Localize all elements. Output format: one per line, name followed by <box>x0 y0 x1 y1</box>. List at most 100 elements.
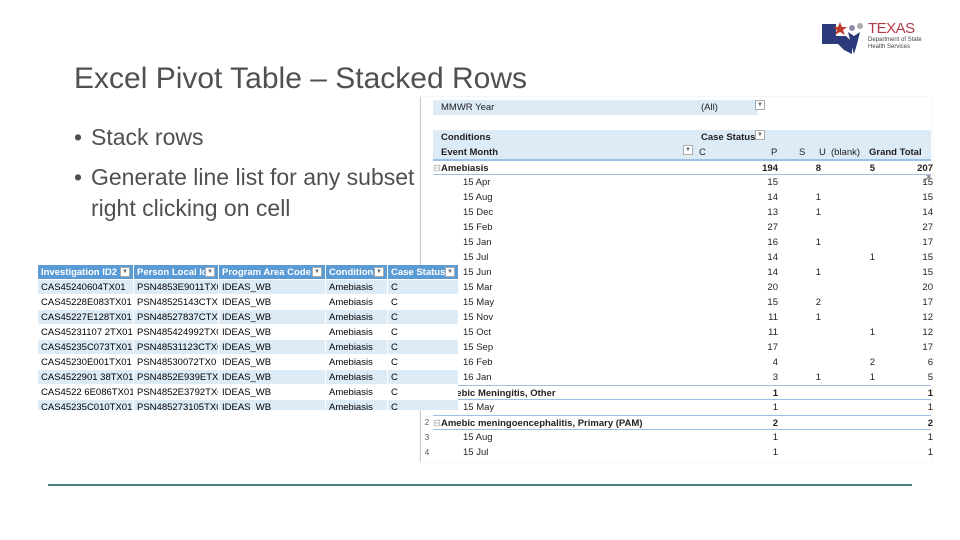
event-month-label: 15 Apr <box>463 177 491 188</box>
pivot-value: 1 <box>869 372 875 383</box>
pivot-row[interactable]: 15 Apr 15 15 <box>433 175 933 190</box>
pivot-row[interactable]: MMWR Year (All) ▼ <box>433 100 765 115</box>
table-cell: IDEAS_WB <box>218 400 325 410</box>
filter-dropdown-icon[interactable]: ▼ <box>445 267 455 277</box>
pivot-value: 14 <box>767 252 778 263</box>
pivot-row[interactable]: 15 Jan 16 1 17 <box>433 235 933 250</box>
event-month-label: 15 Sep <box>463 342 494 353</box>
pivot-value: 15 <box>922 192 933 203</box>
pivot-row[interactable]: 15 Feb 27 27 <box>433 220 933 235</box>
pivot-row[interactable]: 15 Oct 11 1 12 <box>433 325 933 340</box>
filter-dropdown-icon[interactable]: ▼ <box>755 100 765 110</box>
table-cell: CAS45240604TX01 <box>41 282 126 293</box>
pivot-value: 1 <box>927 432 933 443</box>
pivot-value: 1 <box>815 207 821 218</box>
condition-group-label: Amebiasis <box>441 163 489 174</box>
table-cell: C <box>387 340 458 355</box>
event-month-label: 15 Jun <box>463 267 492 278</box>
table-row[interactable]: CAS45235C073TX01 PSN48531123CTX0 IDEAS_WB A… <box>38 340 458 355</box>
pivot-value: 2 <box>815 297 821 308</box>
table-row[interactable]: CAS45240604TX01 PSN4853E9011TX0 IDEAS_WB Am… <box>38 280 458 295</box>
table-cell: IDEAS_WB <box>218 355 325 370</box>
pivot-row[interactable]: 15 Mar 20 20 <box>433 280 933 295</box>
pivot-value: 8 <box>815 163 821 174</box>
pivot-row[interactable]: 15 Jul 14 1 15 <box>433 250 933 265</box>
pivot-row[interactable]: 15 Sep 17 17 <box>433 340 933 355</box>
pivot-row[interactable]: 15 May 15 2 17 <box>433 295 933 310</box>
table-cell: Amebiasis <box>325 310 387 325</box>
table-cell: C <box>387 385 458 400</box>
table-cell: CAS45227E128TX01 <box>41 312 132 323</box>
pivot-value: 3 <box>772 372 778 383</box>
pivot-value: 27 <box>767 222 778 233</box>
pivot-value: 5 <box>869 163 875 174</box>
filter-dropdown-icon[interactable]: ▼ <box>205 267 215 277</box>
pivot-value: 1 <box>869 252 875 263</box>
event-month-label: 15 May <box>463 402 495 413</box>
pivot-value: 12 <box>922 312 933 323</box>
pivot-row[interactable]: 15 Jul 1 1 <box>433 445 933 460</box>
table-row[interactable]: CAS45231107 2TX01 PSN485424992TX0 IDEAS_WB… <box>38 325 458 340</box>
pivot-row[interactable]: 15 Jun 14 1 15 <box>433 265 933 280</box>
case-status-dropdown-icon[interactable]: ▼ <box>755 130 765 140</box>
pivot-row[interactable]: 16 Feb 4 2 6 <box>433 355 933 370</box>
pivot-value: 1 <box>927 388 933 399</box>
pivot-row[interactable]: Amebic Meningitis, Other⊟11 <box>433 385 933 400</box>
table-row[interactable]: CAS4522901 38TX01 PSN4852E939ETX0 IDEAS_WB… <box>38 370 458 385</box>
event-month-label: 15 Jul <box>463 447 489 458</box>
pivot-row[interactable]: 16 Jan 3 1 1 5 <box>433 370 933 385</box>
list-header-row[interactable]: Investigation ID2 ▼ Person Local Id ▼ Progra… <box>38 265 458 280</box>
table-row[interactable]: CAS45235C010TX01 PSN485273105TX0 IDEAS_WB A… <box>38 400 458 410</box>
table-cell: C <box>387 355 458 370</box>
collapse-icon[interactable]: ⊟ <box>433 161 441 176</box>
pivot-value: 194 <box>762 163 778 174</box>
table-cell: C <box>387 280 458 295</box>
filter-dropdown-icon[interactable]: ▼ <box>312 267 322 277</box>
bullet-list: Stack rows Generate line list for any su… <box>74 122 454 224</box>
pivot-value: 1 <box>815 372 821 383</box>
table-cell: PSN48531123CTX0 <box>133 340 218 355</box>
column-header: P <box>771 147 778 158</box>
table-row[interactable]: CAS4522 6E086TX01 PSN4852E3792TX0 IDEAS_WB… <box>38 385 458 400</box>
pivot-value: 1 <box>772 447 778 458</box>
table-cell: IDEAS_WB <box>218 295 325 310</box>
filter-dropdown-icon[interactable]: ▼ <box>120 267 130 277</box>
pivot-value: 17 <box>922 342 933 353</box>
pivot-value: 17 <box>922 237 933 248</box>
pivot-value: 2 <box>772 418 778 429</box>
table-cell: C <box>387 370 458 385</box>
filter-dropdown-icon[interactable]: ▼ <box>374 267 384 277</box>
table-row[interactable]: CAS45227E128TX01 PSN48527837CTX0 IDEAS_WB A… <box>38 310 458 325</box>
table-cell: C <box>387 310 458 325</box>
table-cell: Amebiasis <box>325 370 387 385</box>
table-cell: IDEAS_WB <box>218 340 325 355</box>
pivot-row[interactable]: Amebiasis ⊟ 194 8 5 207 <box>433 160 933 176</box>
table-cell: CAS45235C073TX01 <box>41 342 133 353</box>
table-row[interactable]: CAS45230E001TX01 PSN48530072TX0 IDEAS_WB Am… <box>38 355 458 370</box>
table-cell: Amebiasis <box>325 385 387 400</box>
pivot-row[interactable]: 15 Nov 11 1 12 <box>433 310 933 325</box>
event-month-dropdown-icon[interactable]: ▼ <box>683 145 693 155</box>
pivot-row[interactable]: Event Month ▼ C P S U (blank) Grand Total <box>433 145 931 160</box>
pivot-row[interactable]: 15 Aug 1 1 <box>433 430 933 445</box>
column-header: Program Area Code <box>218 265 325 280</box>
table-cell: IDEAS_WB <box>218 385 325 400</box>
table-row[interactable]: CAS45228E083TX01 PSN48525143CTX0 IDEAS_WB A… <box>38 295 458 310</box>
table-cell: PSN48527837CTX0 <box>133 310 218 325</box>
column-header: (blank) <box>831 147 861 158</box>
pivot-row[interactable]: 15 Dec 13 1 14 <box>433 205 933 220</box>
bullet-item: Generate line list for any subset by rig… <box>74 162 454 224</box>
pivot-row[interactable]: 15 May 1 1 <box>433 400 933 415</box>
collapse-icon[interactable]: ⊟ <box>433 416 441 431</box>
pivot-table[interactable]: MMWR Year (All) ▼ Conditions Case Status ▼ Eve… <box>420 97 933 462</box>
pivot-row[interactable]: 15 Aug 14 1 15 <box>433 190 933 205</box>
line-list-table[interactable]: Investigation ID2 ▼ Person Local Id ▼ Progra… <box>38 265 458 410</box>
pivot-row[interactable]: Amebic meningoencephalitis, Primary (PAM… <box>433 415 933 431</box>
pivot-value: 1 <box>927 447 933 458</box>
table-cell: C <box>387 400 458 410</box>
filter-value: (All) <box>701 102 718 113</box>
column-header: S <box>799 147 806 158</box>
row-field-label: Event Month <box>441 147 498 158</box>
pivot-value: 15 <box>767 297 778 308</box>
pivot-row[interactable]: Conditions Case Status ▼ <box>433 130 931 145</box>
